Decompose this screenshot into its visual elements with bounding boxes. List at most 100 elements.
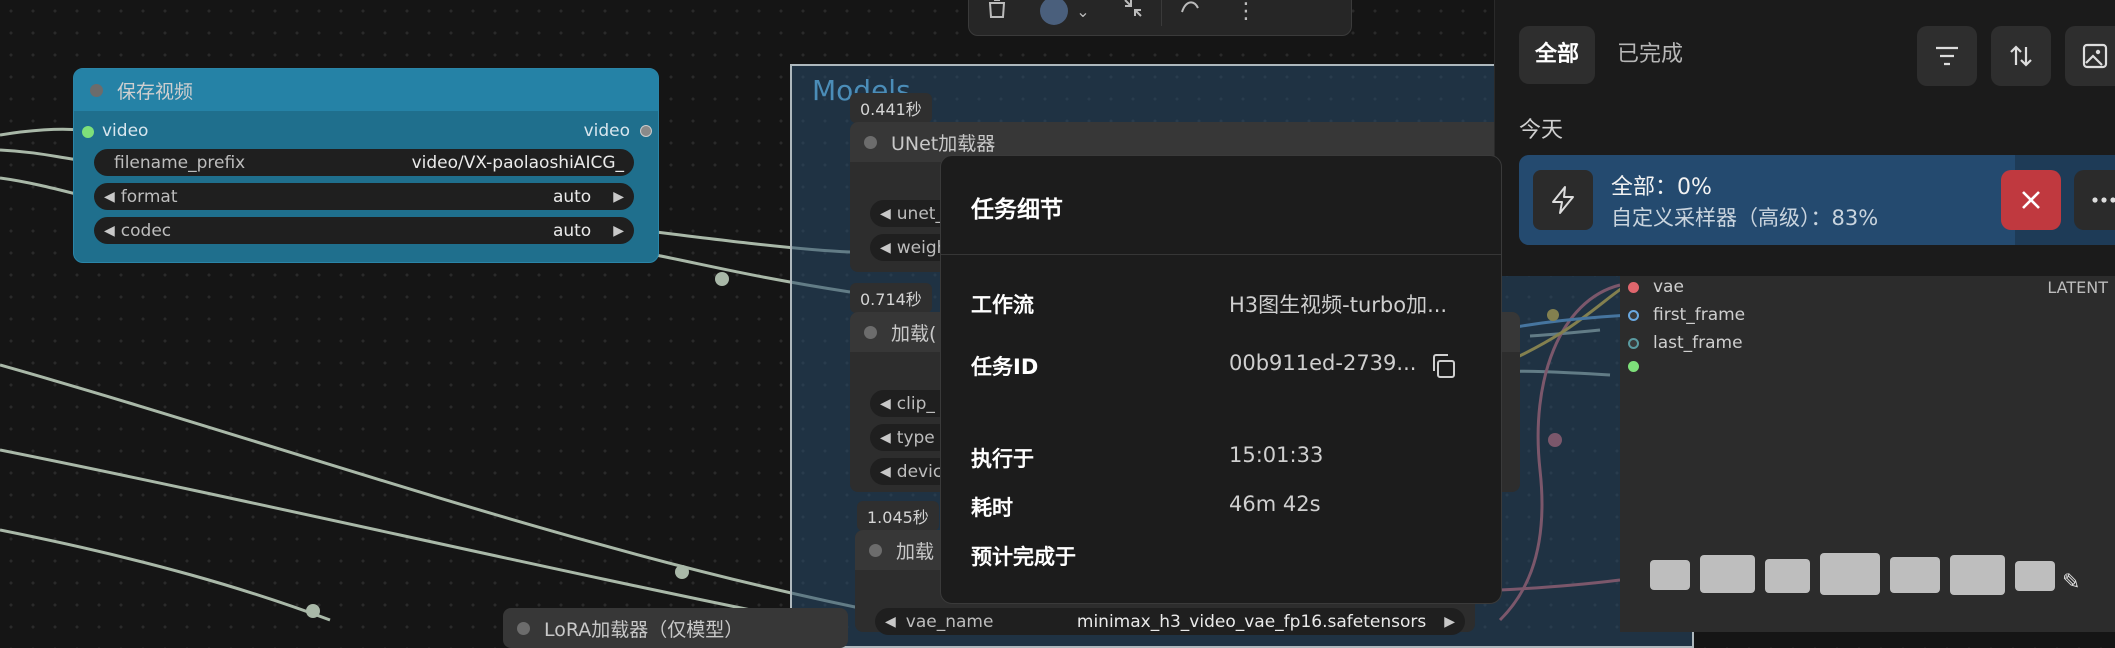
widget-label: clip_ xyxy=(896,393,935,414)
chevron-down-icon: ⌄ xyxy=(1076,1,1090,21)
arrow-left-icon[interactable]: ◀ xyxy=(104,189,115,205)
running-task-card[interactable]: 全部：0% 自定义采样器（高级）：83% xyxy=(1519,155,2115,245)
arrow-right-icon[interactable]: ▶ xyxy=(613,189,624,205)
filter-button[interactable] xyxy=(1917,26,1977,86)
widget-label: unet_ xyxy=(896,203,944,224)
bypass-icon[interactable] xyxy=(1161,0,1218,26)
duration-label: 耗时 xyxy=(971,496,1013,520)
more-horizontal-icon xyxy=(2092,197,2115,203)
task-id-label: 任务ID xyxy=(971,355,1039,379)
arrow-left-icon[interactable]: ◀ xyxy=(880,396,891,412)
workflow-value: H3图生视频-turbo加... xyxy=(1229,293,1448,317)
executed-at-label: 执行于 xyxy=(971,447,1034,471)
image-icon xyxy=(2082,43,2108,69)
output-label: LATENT xyxy=(2047,277,2108,297)
widget-value: video/VX-paolaoshiAICG_ xyxy=(411,152,624,173)
queue-panel: 全部 已完成 今天 全部：0% 自定义采样器（高级）：83% xyxy=(1494,0,2115,276)
widget-label: vae_name xyxy=(905,611,994,632)
close-icon xyxy=(2022,191,2040,209)
format-widget[interactable]: ◀ format auto ▶ xyxy=(94,183,634,210)
widget-value: auto xyxy=(552,220,592,241)
widget-label: filename_prefix xyxy=(114,152,246,173)
arrow-left-icon[interactable]: ◀ xyxy=(104,223,115,239)
input-slot-dot[interactable] xyxy=(1628,309,1639,321)
output-slot-dot[interactable] xyxy=(640,125,652,137)
port-label: vae xyxy=(1653,277,1684,297)
input-slot-dot[interactable] xyxy=(1628,337,1639,349)
exec-time-badge: 0.441秒 xyxy=(850,93,932,123)
node-collapse-dot[interactable] xyxy=(869,543,882,557)
canvas-toolbar: ⌄ ⋮ xyxy=(968,0,1352,36)
widget-label: type xyxy=(896,427,935,448)
arrow-right-icon[interactable]: ▶ xyxy=(613,223,624,239)
divider xyxy=(941,254,1501,255)
exec-time-badge: 1.045秒 xyxy=(857,501,939,531)
arrow-right-icon[interactable]: ▶ xyxy=(1444,614,1455,630)
lora-loader-node[interactable]: LoRA加载器（仅模型） xyxy=(503,608,848,648)
widget-label: format xyxy=(120,186,178,207)
copy-icon[interactable] xyxy=(1429,352,1457,384)
input-label: video xyxy=(102,121,149,141)
eta-label: 预计完成于 xyxy=(971,545,1076,569)
save-video-node[interactable]: 保存视频 video video filename_prefix video/V… xyxy=(73,68,659,263)
io-row: video video xyxy=(74,120,658,148)
port-row-first-frame[interactable]: first_frame xyxy=(1628,305,1745,325)
lightning-icon xyxy=(1533,170,1593,230)
trash-icon[interactable] xyxy=(969,0,1025,25)
duration-value: 46m 42s xyxy=(1229,492,1321,516)
node-title: LoRA加载器（仅模型） xyxy=(544,618,744,641)
widget-label: devic xyxy=(896,461,943,482)
task-more-button[interactable] xyxy=(2074,170,2115,230)
tab-completed[interactable]: 已完成 xyxy=(1601,26,1699,84)
node-title: 保存视频 xyxy=(117,80,194,103)
section-today: 今天 xyxy=(1519,118,1564,143)
node-collapse-dot[interactable] xyxy=(864,135,877,149)
node-header[interactable]: 保存视频 xyxy=(74,69,658,111)
node-title: 加载( xyxy=(891,322,937,345)
arrow-left-icon[interactable]: ◀ xyxy=(880,240,891,256)
sort-icon xyxy=(2010,45,2032,67)
port-row-extra[interactable] xyxy=(1628,361,1653,372)
port-label: first_frame xyxy=(1653,305,1746,325)
node-title: 加载 xyxy=(896,540,935,563)
node-collapse-dot[interactable] xyxy=(90,83,103,97)
color-picker-button[interactable]: ⌄ xyxy=(1025,0,1105,25)
gallery-button[interactable] xyxy=(2065,26,2115,86)
task-id-value: 00b911ed-2739... xyxy=(1229,351,1417,375)
widget-label: codec xyxy=(120,220,172,241)
sort-button[interactable] xyxy=(1991,26,2051,86)
node-title: UNet加载器 xyxy=(891,132,996,155)
node-collapse-dot[interactable] xyxy=(517,621,530,635)
color-swatch-icon xyxy=(1040,0,1069,25)
watermark-graphic xyxy=(1650,553,2055,595)
codec-widget[interactable]: ◀ codec auto ▶ xyxy=(94,217,634,244)
arrow-left-icon[interactable]: ◀ xyxy=(880,464,891,480)
input-slot-dot[interactable] xyxy=(1628,361,1639,372)
input-slot-dot[interactable] xyxy=(82,126,94,138)
widget-value: auto xyxy=(552,186,592,207)
task-total-progress: 全部：0% xyxy=(1611,175,1712,200)
port-row-last-frame[interactable]: last_frame xyxy=(1628,333,1743,353)
arrow-left-icon[interactable]: ◀ xyxy=(885,614,896,630)
port-label: last_frame xyxy=(1653,333,1743,353)
task-detail-popup: 任务细节 工作流 H3图生视频-turbo加... 任务ID 00b911ed-… xyxy=(940,155,1502,604)
pencil-icon: ✎ xyxy=(2062,570,2081,595)
exec-time-badge: 0.714秒 xyxy=(850,283,932,313)
collapse-icon[interactable] xyxy=(1105,0,1161,26)
executed-at-value: 15:01:33 xyxy=(1229,443,1324,467)
arrow-left-icon[interactable]: ◀ xyxy=(880,430,891,446)
filename-prefix-widget[interactable]: filename_prefix video/VX-paolaoshiAICG_ xyxy=(94,149,634,176)
more-options-icon[interactable]: ⋮ xyxy=(1218,0,1274,24)
node-collapse-dot[interactable] xyxy=(864,325,877,339)
vae-name-widget[interactable]: ◀ vae_name minimax_h3_video_vae_fp16.saf… xyxy=(875,608,1465,635)
popup-title: 任务细节 xyxy=(971,197,1063,223)
input-slot-dot[interactable] xyxy=(1628,281,1639,293)
workflow-label: 工作流 xyxy=(971,293,1034,317)
task-node-progress: 自定义采样器（高级）：83% xyxy=(1611,206,1879,230)
arrow-left-icon[interactable]: ◀ xyxy=(880,206,891,222)
port-row-vae[interactable]: vae LATENT xyxy=(1628,277,2108,297)
cancel-task-button[interactable] xyxy=(2001,170,2061,230)
output-label: video xyxy=(583,121,630,141)
filter-icon xyxy=(1936,46,1958,66)
tab-all[interactable]: 全部 xyxy=(1519,26,1596,84)
